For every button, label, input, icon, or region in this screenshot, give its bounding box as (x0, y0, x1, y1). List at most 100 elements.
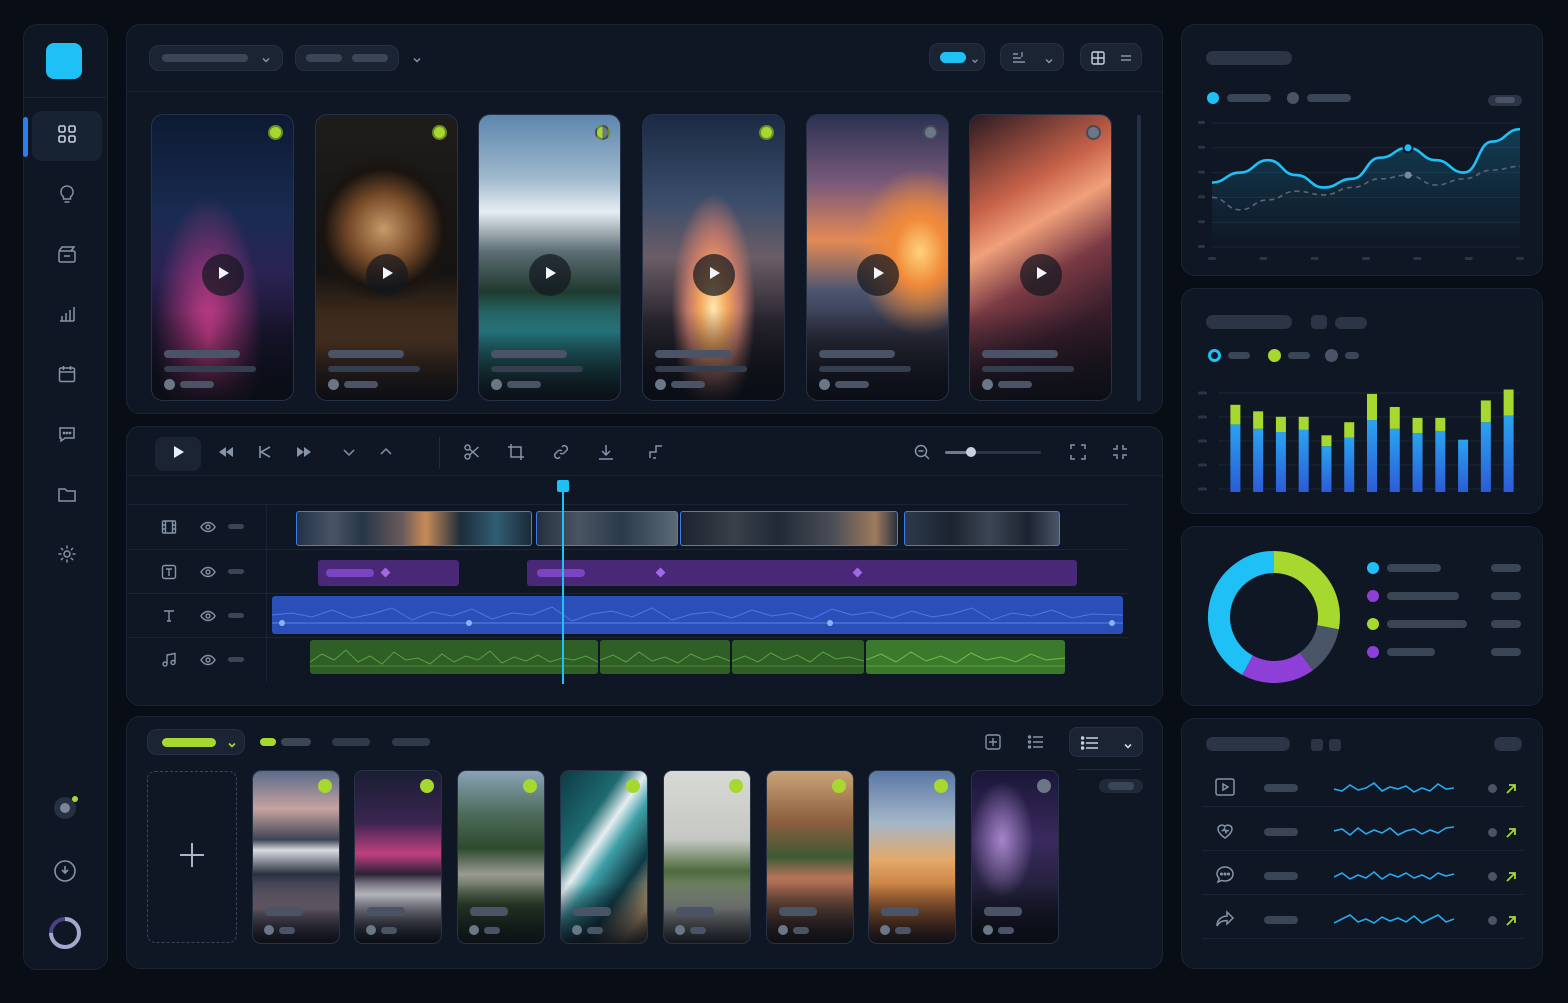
status-indicator[interactable] (923, 125, 938, 140)
status-dot-icon[interactable] (54, 796, 78, 819)
fast-forward-icon[interactable] (295, 443, 313, 461)
zoom-out-icon[interactable] (913, 443, 931, 461)
library-card-milky-way[interactable] (971, 770, 1059, 944)
video-card-latte-cup[interactable] (315, 114, 458, 401)
zoom-slider[interactable] (945, 447, 1041, 457)
audio-clip-1[interactable] (310, 640, 598, 674)
status-indicator[interactable] (523, 779, 537, 793)
download-icon[interactable] (597, 443, 615, 461)
strip-scrollbar[interactable] (1137, 115, 1141, 401)
rewind-icon[interactable] (217, 443, 235, 461)
sidebar-item-ideas[interactable] (32, 171, 102, 221)
activity-row[interactable] (1202, 815, 1524, 851)
add-media-button[interactable] (147, 771, 237, 943)
library-card-desert-dunes[interactable] (868, 770, 956, 944)
activity-row[interactable] (1202, 859, 1524, 895)
play-button[interactable] (155, 437, 201, 471)
title-clip-2[interactable] (527, 560, 1077, 586)
range-pill[interactable] (1488, 95, 1522, 106)
progress-ring-icon[interactable] (47, 915, 83, 955)
library-card-forest-road[interactable] (457, 770, 545, 944)
sidebar-item-messages[interactable] (32, 411, 102, 461)
play-button[interactable] (856, 254, 899, 296)
play-button[interactable] (365, 254, 408, 296)
toggle-select[interactable] (929, 43, 985, 71)
bar-legend-lime[interactable] (1268, 349, 1328, 362)
bar-legend-gray[interactable] (1325, 349, 1385, 362)
video-card-neon-city-street[interactable] (151, 114, 294, 401)
skip-back-icon[interactable] (256, 443, 274, 461)
status-indicator[interactable] (595, 125, 610, 140)
status-indicator[interactable] (268, 125, 283, 140)
donut-legend-item[interactable] (1367, 617, 1523, 631)
status-indicator[interactable] (420, 779, 434, 793)
video-card-mountain-lake[interactable] (478, 114, 621, 401)
video-clip-4[interactable] (904, 511, 1060, 546)
project-select[interactable] (149, 45, 283, 71)
status-indicator[interactable] (1086, 125, 1101, 140)
zoom-slider-thumb[interactable] (966, 447, 976, 457)
play-button[interactable] (201, 254, 244, 296)
library-card-old-town-alley[interactable] (766, 770, 854, 944)
status-indicator[interactable] (432, 125, 447, 140)
chevron-up-icon[interactable] (378, 444, 394, 460)
trim-icon[interactable] (647, 443, 665, 461)
library-card-aerial-coast[interactable] (560, 770, 648, 944)
visibility-eye-icon[interactable] (200, 652, 216, 672)
voice-clip[interactable] (272, 596, 1123, 634)
fullscreen-icon[interactable] (1111, 443, 1129, 461)
view-toggle[interactable] (1080, 43, 1142, 71)
audio-clip-3[interactable] (732, 640, 864, 674)
legend-series-b[interactable] (1287, 91, 1357, 105)
fit-icon[interactable] (1069, 443, 1087, 461)
activity-menu-pill[interactable] (1494, 737, 1522, 751)
video-clip-3[interactable] (680, 511, 898, 546)
playhead[interactable] (557, 480, 569, 684)
status-indicator[interactable] (318, 779, 332, 793)
list-view-icon[interactable] (1118, 50, 1134, 70)
bar-legend-cyan[interactable] (1208, 349, 1268, 362)
donut-legend-item[interactable] (1367, 589, 1523, 603)
video-clip-1[interactable] (296, 511, 532, 546)
scissors-icon[interactable] (463, 443, 481, 461)
more-chevron-icon[interactable] (411, 51, 423, 70)
sidebar-item-calendar[interactable] (32, 351, 102, 401)
visibility-eye-icon[interactable] (200, 519, 216, 539)
track-lock-toggle[interactable] (228, 613, 244, 618)
play-button[interactable] (528, 254, 571, 296)
tab-3[interactable] (392, 738, 430, 746)
library-card-neon-crosswalk[interactable] (354, 770, 442, 944)
timeline-ruler[interactable] (293, 479, 1131, 505)
activity-row[interactable] (1202, 903, 1524, 939)
link-icon[interactable] (552, 443, 570, 461)
tab-active[interactable] (260, 738, 312, 747)
status-indicator[interactable] (832, 779, 846, 793)
legend-series-a[interactable] (1207, 91, 1277, 105)
download-circle-icon[interactable] (53, 859, 77, 887)
play-button[interactable] (692, 254, 735, 296)
play-button[interactable] (1019, 254, 1062, 296)
library-filter-select[interactable] (147, 729, 245, 755)
status-indicator[interactable] (759, 125, 774, 140)
sidebar-item-settings[interactable] (32, 531, 102, 581)
filter-select[interactable] (295, 45, 399, 71)
app-logo[interactable] (46, 43, 82, 79)
sidebar-item-dashboard[interactable] (32, 111, 102, 161)
title-clip-1[interactable] (318, 560, 459, 586)
status-indicator[interactable] (1037, 779, 1051, 793)
crop-icon[interactable] (507, 443, 525, 461)
track-lock-toggle[interactable] (228, 657, 244, 662)
audio-clip-4[interactable] (866, 640, 1065, 674)
activity-row[interactable] (1202, 771, 1524, 807)
track-lock-toggle[interactable] (228, 569, 244, 574)
sidebar-item-analytics[interactable] (32, 291, 102, 341)
track-lock-toggle[interactable] (228, 524, 244, 529)
donut-legend-item[interactable] (1367, 561, 1523, 575)
sidebar-item-projects[interactable] (32, 231, 102, 281)
sidebar-item-files[interactable] (32, 471, 102, 521)
playhead-handle[interactable] (557, 480, 569, 492)
video-clip-2[interactable] (536, 511, 678, 546)
grid-view-icon[interactable] (1090, 50, 1106, 70)
sort-select[interactable] (1000, 43, 1064, 71)
image-filter-icon[interactable] (984, 733, 1002, 751)
